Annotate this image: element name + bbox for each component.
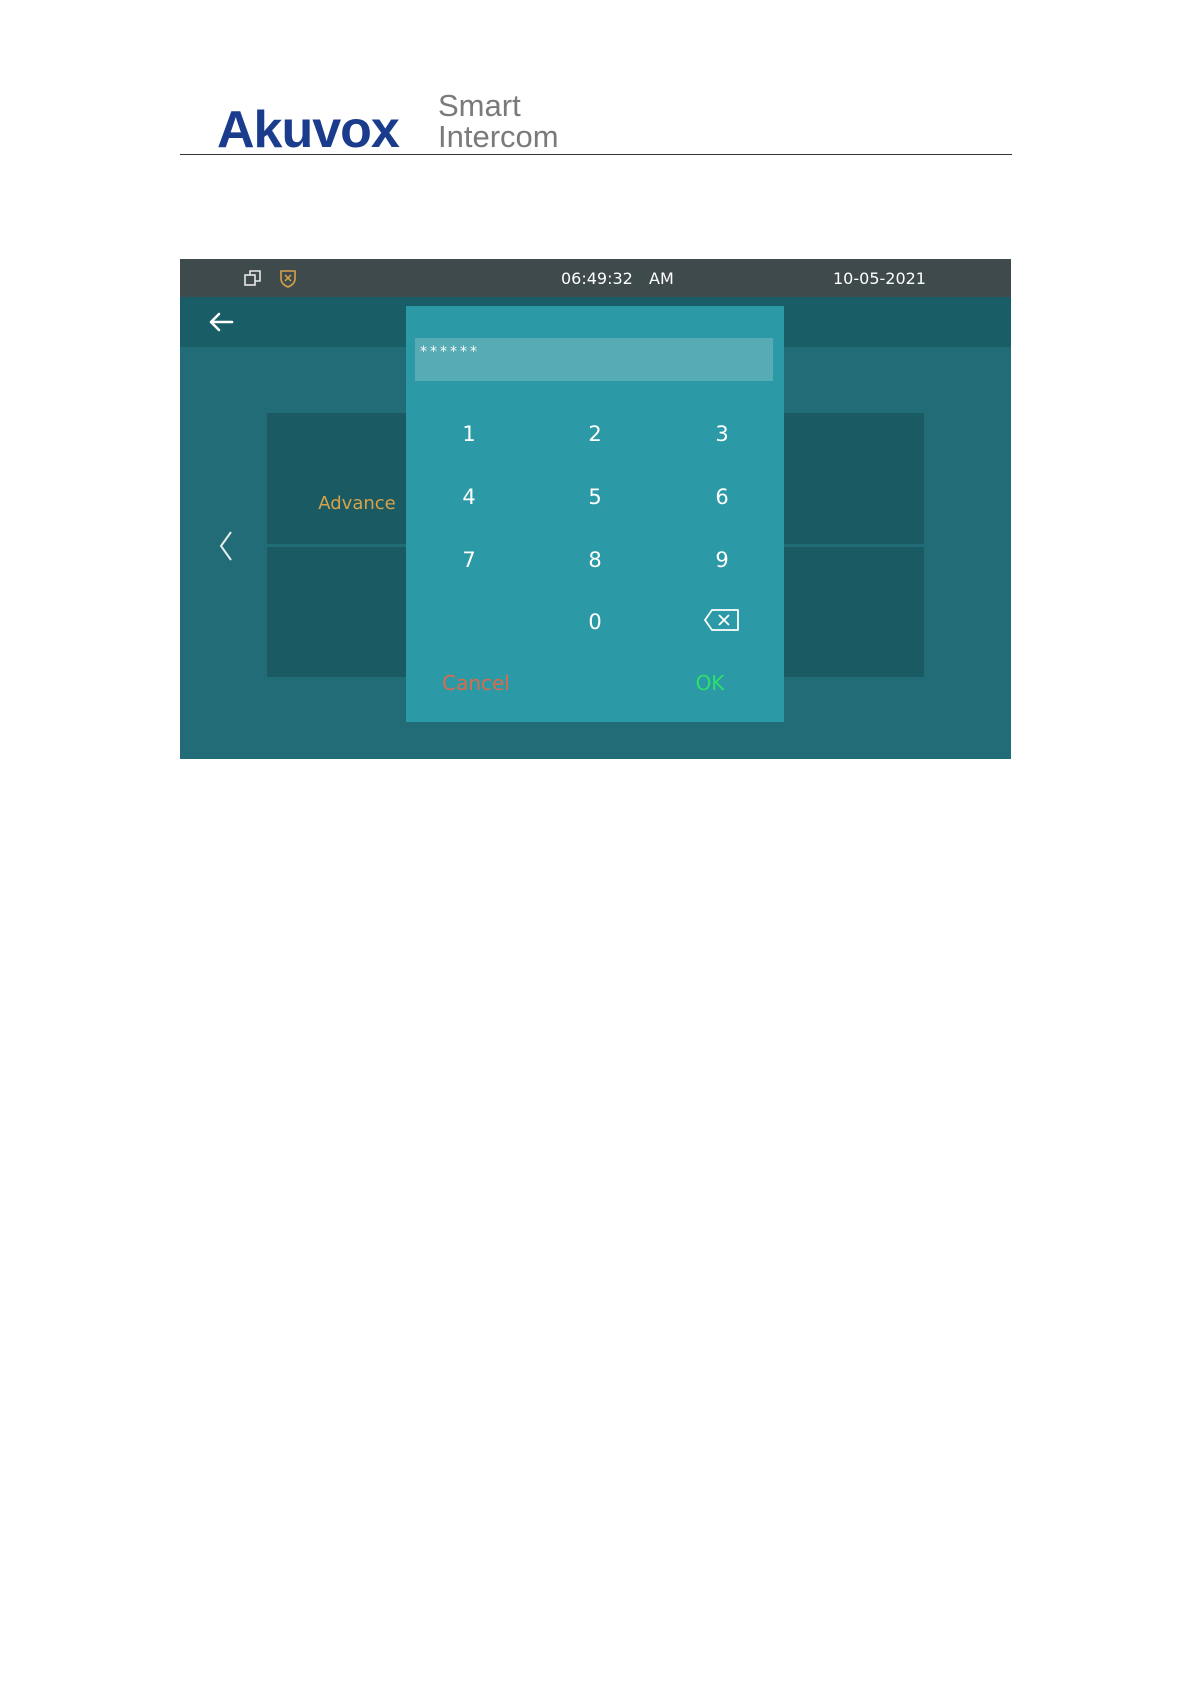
logo-tagline-line1: Smart xyxy=(438,88,521,123)
backspace-key[interactable] xyxy=(672,600,772,644)
logo-brand: Akuvox xyxy=(217,101,400,159)
key-1[interactable]: 1 xyxy=(419,412,519,456)
logo-tagline: Smart Intercom xyxy=(438,90,559,152)
window-restore-icon xyxy=(244,270,261,286)
chevron-left-icon[interactable] xyxy=(216,529,236,563)
ok-button[interactable]: OK xyxy=(655,668,765,698)
key-3[interactable]: 3 xyxy=(672,412,772,456)
status-time: 06:49:32 xyxy=(561,269,633,288)
key-9[interactable]: 9 xyxy=(672,538,772,582)
key-4[interactable]: 4 xyxy=(419,475,519,519)
key-7[interactable]: 7 xyxy=(419,538,519,582)
status-bar: 06:49:32 AM 10-05-2021 xyxy=(180,259,1011,297)
status-ampm: AM xyxy=(649,269,674,288)
backspace-icon xyxy=(704,608,739,631)
cancel-button[interactable]: Cancel xyxy=(421,668,531,698)
back-arrow-icon[interactable] xyxy=(206,309,236,335)
key-6[interactable]: 6 xyxy=(672,475,772,519)
key-0[interactable]: 0 xyxy=(545,600,645,644)
key-5[interactable]: 5 xyxy=(545,475,645,519)
key-8[interactable]: 8 xyxy=(545,538,645,582)
status-date: 10-05-2021 xyxy=(833,269,926,288)
key-2[interactable]: 2 xyxy=(545,412,645,456)
device-screen: 06:49:32 AM 10-05-2021 Advance 1 2 3 4 5… xyxy=(180,259,1011,759)
logo-tagline-line2: Intercom xyxy=(438,119,559,154)
shield-alert-icon xyxy=(280,270,296,288)
password-keypad-dialog: 1 2 3 4 5 6 7 8 9 0 Cancel OK xyxy=(406,306,784,722)
header-divider xyxy=(180,154,1012,155)
password-input[interactable] xyxy=(415,338,773,381)
